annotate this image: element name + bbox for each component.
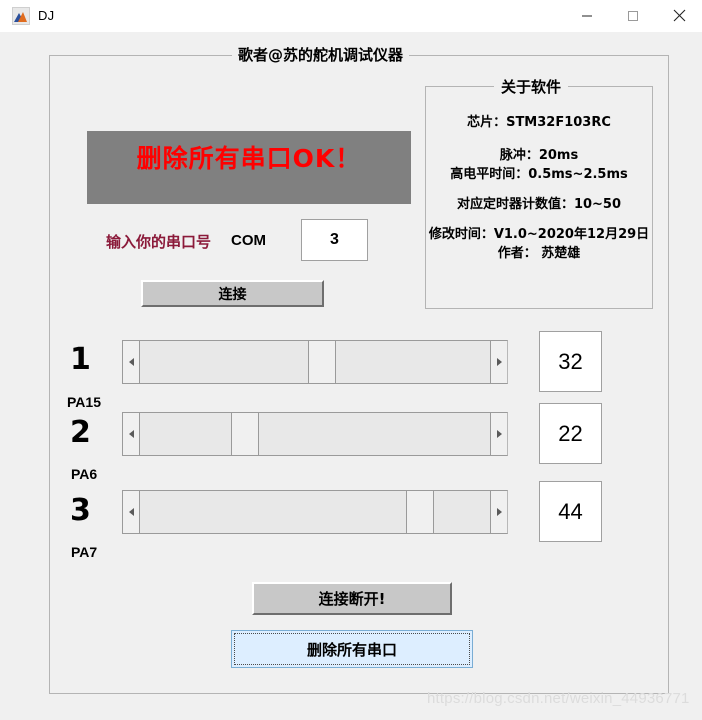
connect-button[interactable]: 连接 — [141, 280, 324, 307]
slider-pin-label-2: PA6 — [71, 466, 98, 482]
com-port-input[interactable]: 3 — [301, 219, 368, 261]
close-icon[interactable] — [656, 0, 702, 31]
maximize-icon[interactable] — [610, 0, 656, 31]
com-port-label: 输入你的串口号 — [106, 233, 212, 251]
slider-index-1: 1 — [70, 342, 91, 377]
page-title: 歌者@苏的舵机调试仪器 — [232, 44, 410, 65]
about-line-high-level: 高电平时间：0.5ms~2.5ms — [450, 167, 628, 182]
about-group-panel: 关于软件 芯片：STM32F103RC 脉冲：20ms 高电平时间：0.5ms~… — [425, 76, 653, 309]
delete-all-ports-label: 删除所有串口 — [306, 640, 397, 659]
slider-pin-label-3: PA7 — [71, 544, 98, 560]
about-panel-title: 关于软件 — [494, 76, 569, 97]
slider-3-right-arrow-icon[interactable] — [490, 491, 507, 533]
watermark: https://blog.csdn.net/weixin_44936771 — [427, 690, 690, 707]
slider-3[interactable] — [122, 490, 508, 534]
disconnect-button[interactable]: 连接断开! — [252, 582, 452, 615]
status-message-box: 删除所有串口OK！ — [87, 131, 411, 204]
slider-pin-label-1: PA15 — [67, 394, 101, 410]
slider-1-thumb[interactable] — [308, 341, 336, 383]
slider-1-value[interactable]: 32 — [539, 331, 602, 392]
slider-1-left-arrow-icon[interactable] — [123, 341, 140, 383]
minimize-icon[interactable] — [564, 0, 610, 31]
about-line-version: 修改时间：V1.0~2020年12月29日 — [428, 227, 650, 242]
slider-3-thumb[interactable] — [406, 491, 434, 533]
slider-2-right-arrow-icon[interactable] — [490, 413, 507, 455]
about-panel-body: 芯片：STM32F103RC 脉冲：20ms 高电平时间：0.5ms~2.5ms… — [426, 87, 652, 263]
slider-2-track[interactable] — [140, 413, 490, 455]
status-text: 删除所有串口OK！ — [136, 144, 362, 173]
about-line-pulse: 脉冲：20ms — [499, 148, 579, 163]
slider-3-left-arrow-icon[interactable] — [123, 491, 140, 533]
slider-1-right-arrow-icon[interactable] — [490, 341, 507, 383]
window-title: DJ — [38, 8, 55, 23]
slider-2[interactable] — [122, 412, 508, 456]
delete-all-ports-button[interactable]: 删除所有串口 — [231, 630, 473, 668]
slider-2-value[interactable]: 22 — [539, 403, 602, 464]
window-controls — [564, 0, 702, 31]
title-bar: DJ — [0, 0, 702, 32]
about-line-chip: 芯片：STM32F103RC — [467, 115, 611, 130]
about-line-author: 作者： 苏楚雄 — [497, 246, 581, 261]
slider-3-value[interactable]: 44 — [539, 481, 602, 542]
slider-3-track[interactable] — [140, 491, 490, 533]
slider-2-thumb[interactable] — [231, 413, 259, 455]
matlab-app-icon — [12, 6, 30, 25]
slider-index-3: 3 — [70, 493, 91, 528]
slider-2-left-arrow-icon[interactable] — [123, 413, 140, 455]
com-prefix-label: COM — [231, 232, 266, 249]
slider-1-track[interactable] — [140, 341, 490, 383]
slider-1[interactable] — [122, 340, 508, 384]
about-line-timer-count: 对应定时器计数值：10~50 — [456, 197, 622, 212]
slider-index-2: 2 — [70, 415, 91, 450]
